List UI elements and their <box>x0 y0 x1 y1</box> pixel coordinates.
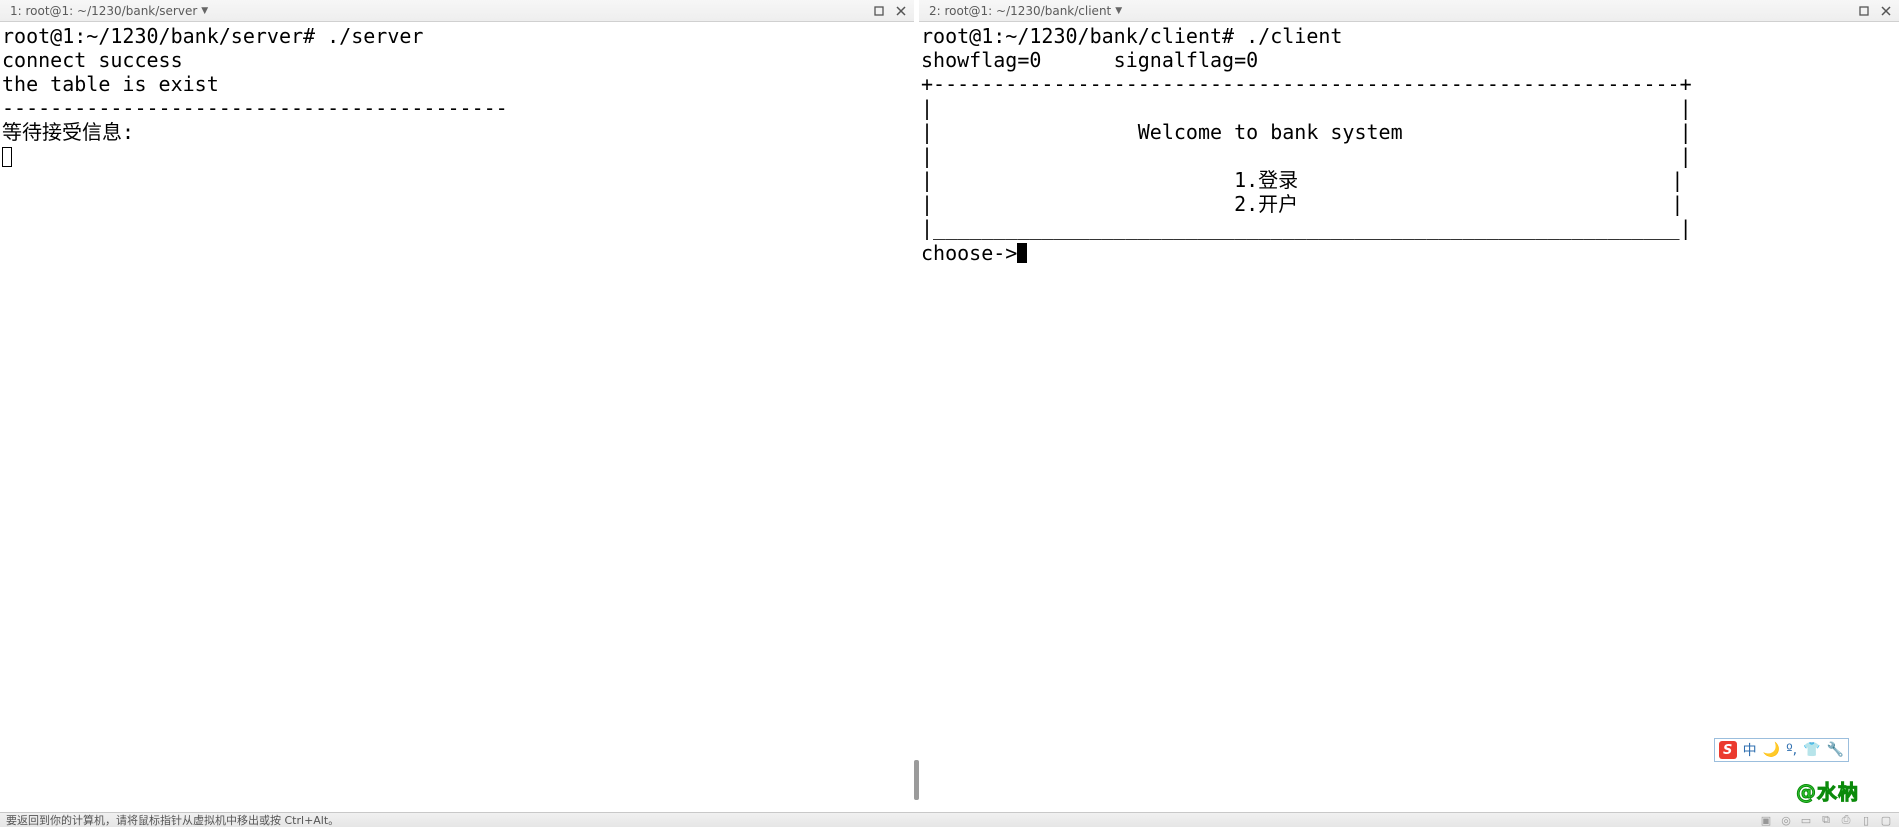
left-terminal-pane: 1: root@1: ~/1230/bank/server ▼ root@1:~… <box>0 0 914 812</box>
right-terminal-pane: 2: root@1: ~/1230/bank/client ▼ root@1:~… <box>919 0 1899 812</box>
close-icon <box>1881 6 1891 16</box>
term-line: | | <box>921 96 1692 120</box>
term-line: connect success <box>2 48 183 72</box>
term-line: the table is exist <box>2 72 219 96</box>
left-title-text: 1: root@1: ~/1230/bank/server <box>10 0 197 22</box>
left-close-button[interactable] <box>892 3 910 19</box>
ime-badge-icon[interactable]: S <box>1719 741 1737 759</box>
term-line: |_______________________________________… <box>921 216 1692 240</box>
left-titlebar[interactable]: 1: root@1: ~/1230/bank/server ▼ <box>0 0 914 22</box>
host-status-text: 要返回到你的计算机，请将鼠标指针从虚拟机中移出或按 Ctrl+Alt。 <box>6 812 339 827</box>
watermark-text: @水枘 <box>1796 776 1859 805</box>
right-cursor-icon <box>1017 243 1027 263</box>
ime-lang-icon[interactable]: 中 <box>1743 740 1757 760</box>
left-terminal-body[interactable]: root@1:~/1230/bank/server# ./server conn… <box>0 22 914 812</box>
term-line: root@1:~/1230/bank/server# ./server <box>2 24 423 48</box>
right-titlebar[interactable]: 2: root@1: ~/1230/bank/client ▼ <box>919 0 1899 22</box>
maximize-icon <box>1859 6 1869 16</box>
tray-net-icon[interactable]: ⧉ <box>1819 813 1833 827</box>
term-line: | 1.登录 | <box>921 168 1683 192</box>
tray-sound-icon[interactable]: ▯ <box>1859 813 1873 827</box>
term-line: | 2.开户 | <box>921 192 1683 216</box>
tray-vm-icon[interactable]: ▢ <box>1879 813 1893 827</box>
right-title-dropdown-icon[interactable]: ▼ <box>1115 0 1122 22</box>
right-title-text: 2: root@1: ~/1230/bank/client <box>929 0 1111 22</box>
ime-moon-icon[interactable]: 🌙 <box>1763 742 1780 758</box>
left-cursor-icon <box>2 147 12 167</box>
term-line: choose-> <box>921 241 1017 265</box>
desktop: 1: root@1: ~/1230/bank/server ▼ root@1:~… <box>0 0 1899 827</box>
term-line: 等待接受信息: <box>2 120 134 144</box>
left-title-dropdown-icon[interactable]: ▼ <box>201 0 208 22</box>
ime-tool-icon[interactable]: 🔧 <box>1827 742 1844 758</box>
term-line: showflag=0 signalflag=0 <box>921 48 1258 72</box>
term-line: | | <box>921 144 1692 168</box>
tray-disk-icon[interactable]: ▣ <box>1759 813 1773 827</box>
host-statusbar: 要返回到你的计算机，请将鼠标指针从虚拟机中移出或按 Ctrl+Alt。 ▣ ◎ … <box>0 812 1899 827</box>
maximize-icon <box>874 6 884 16</box>
term-line: ----------------------------------------… <box>2 96 508 120</box>
term-line: | Welcome to bank system | <box>921 120 1692 144</box>
left-maximize-button[interactable] <box>870 3 888 19</box>
ime-punct-icon[interactable]: º, <box>1786 742 1797 758</box>
ime-toolbar[interactable]: S 中 🌙 º, 👕 🔧 <box>1714 738 1849 762</box>
term-line: root@1:~/1230/bank/client# ./client <box>921 24 1342 48</box>
tray-usb-icon[interactable]: ⎙ <box>1839 813 1853 827</box>
tray-floppy-icon[interactable]: ▭ <box>1799 813 1813 827</box>
close-icon <box>896 6 906 16</box>
right-close-button[interactable] <box>1877 3 1895 19</box>
right-terminal-body[interactable]: root@1:~/1230/bank/client# ./client show… <box>919 22 1899 812</box>
ime-skin-icon[interactable]: 👕 <box>1803 742 1820 758</box>
term-line: +---------------------------------------… <box>921 72 1692 96</box>
tray-cd-icon[interactable]: ◎ <box>1779 813 1793 827</box>
right-maximize-button[interactable] <box>1855 3 1873 19</box>
